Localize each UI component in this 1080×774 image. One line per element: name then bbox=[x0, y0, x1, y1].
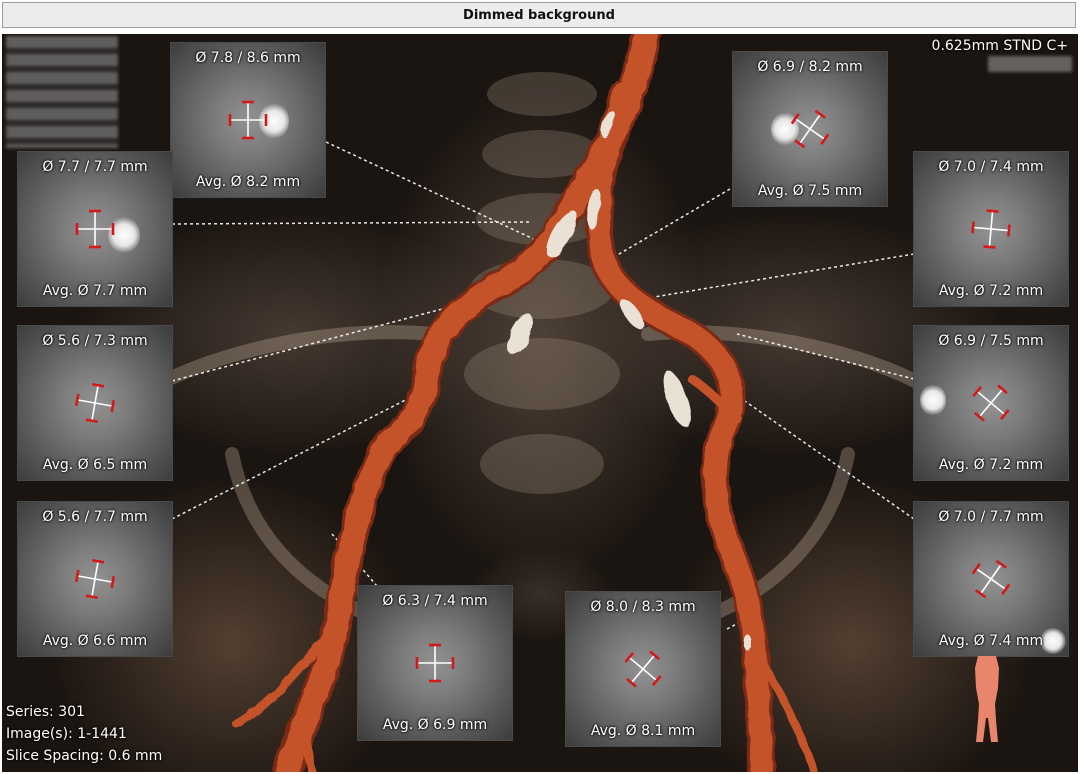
leader-line bbox=[641, 253, 915, 300]
crosshair-icon bbox=[624, 650, 662, 688]
average-diameter: Avg. Ø 7.2 mm bbox=[938, 283, 1044, 299]
window-title: Dimmed background bbox=[463, 7, 615, 23]
crosshair-icon bbox=[972, 384, 1010, 422]
slice-spacing-label: Slice Spacing: 0.6 mm bbox=[6, 748, 163, 764]
cross-section-panel[interactable]: Ø 5.6 / 7.3 mm Avg. Ø 6.5 mm bbox=[17, 325, 173, 481]
diameter-min-max: Ø 7.8 / 8.6 mm bbox=[195, 50, 301, 66]
crosshair-icon bbox=[971, 559, 1011, 599]
crosshair-icon bbox=[74, 558, 116, 600]
vessel-lumen-highlight bbox=[920, 384, 946, 416]
diameter-min-max: Ø 8.0 / 8.3 mm bbox=[590, 599, 696, 615]
series-label: Series: 301 bbox=[6, 704, 85, 720]
crosshair-icon bbox=[790, 109, 830, 149]
crosshair-icon bbox=[75, 209, 115, 249]
leader-line bbox=[601, 188, 731, 265]
leader-line bbox=[171, 308, 443, 382]
average-diameter: Avg. Ø 8.1 mm bbox=[590, 723, 696, 739]
cross-section-panel[interactable]: Ø 6.9 / 7.5 mm Avg. Ø 7.2 mm bbox=[913, 325, 1069, 481]
cross-section-panel[interactable]: Ø 6.3 / 7.4 mm Avg. Ø 6.9 mm bbox=[357, 585, 513, 741]
average-diameter: Avg. Ø 6.5 mm bbox=[42, 457, 148, 473]
cross-section-panel[interactable]: Ø 5.6 / 7.7 mm Avg. Ø 6.6 mm bbox=[17, 501, 173, 657]
cross-section-panel[interactable]: Ø 7.8 / 8.6 mm Avg. Ø 8.2 mm bbox=[170, 42, 326, 198]
diameter-min-max: Ø 6.3 / 7.4 mm bbox=[382, 593, 488, 609]
cross-section-panel[interactable]: Ø 8.0 / 8.3 mm Avg. Ø 8.1 mm bbox=[565, 591, 721, 747]
average-diameter: Avg. Ø 7.5 mm bbox=[757, 183, 863, 199]
crosshair-icon bbox=[74, 382, 116, 424]
cross-section-panel[interactable]: Ø 7.0 / 7.7 mm Avg. Ø 7.4 mm bbox=[913, 501, 1069, 657]
average-diameter: Avg. Ø 7.2 mm bbox=[938, 457, 1044, 473]
diameter-min-max: Ø 7.7 / 7.7 mm bbox=[42, 159, 148, 175]
window-title-bar: Dimmed background bbox=[2, 2, 1076, 28]
diameter-min-max: Ø 7.0 / 7.7 mm bbox=[938, 509, 1044, 525]
average-diameter: Avg. Ø 6.6 mm bbox=[42, 633, 148, 649]
protocol-label: 0.625mm STND C+ bbox=[931, 38, 1068, 54]
cross-section-panel[interactable]: Ø 6.9 / 8.2 mm Avg. Ø 7.5 mm bbox=[732, 51, 888, 207]
average-diameter: Avg. Ø 8.2 mm bbox=[195, 174, 301, 190]
average-diameter: Avg. Ø 7.7 mm bbox=[42, 283, 148, 299]
cross-section-panel[interactable]: Ø 7.7 / 7.7 mm Avg. Ø 7.7 mm bbox=[17, 151, 173, 307]
diameter-min-max: Ø 6.9 / 8.2 mm bbox=[757, 59, 863, 75]
human-body-orientation-icon[interactable] bbox=[966, 654, 1008, 746]
crosshair-icon bbox=[228, 100, 268, 140]
average-diameter: Avg. Ø 6.9 mm bbox=[382, 717, 488, 733]
cross-section-panel[interactable]: Ø 7.0 / 7.4 mm Avg. Ø 7.2 mm bbox=[913, 151, 1069, 307]
diameter-min-max: Ø 5.6 / 7.3 mm bbox=[42, 333, 148, 349]
crosshair-icon bbox=[415, 643, 455, 683]
vessel-analysis-viewport[interactable]: Ø 7.8 / 8.6 mm Avg. Ø 8.2 mm Ø 7.7 / 7.7… bbox=[2, 34, 1078, 772]
diameter-min-max: Ø 7.0 / 7.4 mm bbox=[938, 159, 1044, 175]
image-range-label: Image(s): 1-1441 bbox=[6, 726, 127, 742]
diameter-min-max: Ø 6.9 / 7.5 mm bbox=[938, 333, 1044, 349]
average-diameter: Avg. Ø 7.4 mm bbox=[938, 633, 1044, 649]
diameter-min-max: Ø 5.6 / 7.7 mm bbox=[42, 509, 148, 525]
crosshair-icon bbox=[971, 209, 1011, 249]
